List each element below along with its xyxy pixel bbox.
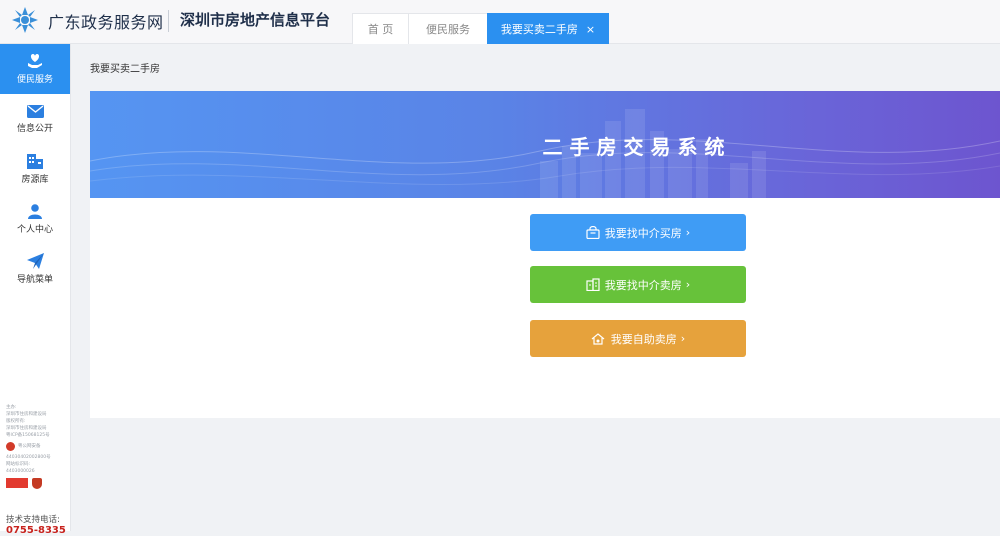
sidebar-item-label: 个人中心 <box>16 224 53 235</box>
banner: 二手房交易系统 <box>90 91 1000 198</box>
tab-bar: 首 页 便民服务 我要买卖二手房 × <box>352 13 609 44</box>
close-icon[interactable]: × <box>586 23 595 36</box>
icp-record-link[interactable]: 粤ICP备15068125号 <box>6 432 66 439</box>
paper-plane-icon <box>26 253 44 269</box>
self-service-sell-button[interactable]: 我要自助卖房 › <box>530 320 746 357</box>
sell-via-agent-label: 我要找中介卖房 <box>604 278 682 292</box>
tab-second-hand-label: 我要买卖二手房 <box>500 23 578 36</box>
sidebar-item-housing-database[interactable]: 房源库 <box>0 144 70 194</box>
platform-name: 深圳市房地产信息平台 <box>180 11 331 29</box>
header-divider <box>168 10 169 32</box>
sidebar-item-label: 导航菜单 <box>16 275 53 285</box>
police-emblem-icon <box>6 442 15 451</box>
content-panel: 二手房交易系统 我要找中介买房 › 我要找中介卖房 › 我要自助卖房 › <box>90 91 1000 418</box>
footer-line: 4403000026 <box>6 469 35 474</box>
sidebar-item-label: 便民服务 <box>16 75 53 85</box>
breadcrumb: 我要买卖二手房 <box>90 64 160 75</box>
chevron-right-icon: › <box>680 332 686 345</box>
footer-line: 深圳市住房和建设局 <box>6 412 47 417</box>
police-record-label: 粤公网安备 <box>18 444 41 449</box>
footer-line: 深圳市住房和建设局 <box>6 426 47 431</box>
banner-title: 二手房交易系统 <box>542 135 732 159</box>
building-icon <box>27 153 43 169</box>
sidebar-item-personal-center[interactable]: 个人中心 <box>0 194 70 244</box>
house-hand-icon <box>591 333 605 345</box>
sell-via-agent-button[interactable]: 我要找中介卖房 › <box>530 266 746 303</box>
house-door-icon <box>586 278 600 291</box>
police-record[interactable]: 粤公网安备 <box>6 442 66 451</box>
footer-line: 44030402002800号 <box>6 455 51 460</box>
sidebar-item-label: 房源库 <box>21 174 49 185</box>
footer-line: 主办: <box>6 405 17 410</box>
chevron-right-icon: › <box>685 278 691 291</box>
buy-via-agent-button[interactable]: 我要找中介买房 › <box>530 214 746 251</box>
heart-hand-icon <box>28 54 42 68</box>
chevron-right-icon: › <box>685 226 691 239</box>
site-footer-info: 主办: 深圳市住房和建设局 版权所有: 深圳市住房和建设局 粤ICP备15068… <box>6 404 66 489</box>
tab-convenience-services[interactable]: 便民服务 <box>408 13 488 44</box>
sidebar: 便民服务 信息公开 房源库 个人中心 导航菜单 主办: 深圳市住房和建设局 版权… <box>0 44 71 536</box>
footer-line: 网站标识码: <box>6 462 31 467</box>
top-header: 广东政务服务网 深圳市房地产信息平台 首 页 便民服务 我要买卖二手房 × <box>0 0 1000 44</box>
sidebar-item-label: 信息公开 <box>16 123 53 134</box>
envelope-icon <box>26 104 44 118</box>
tab-home[interactable]: 首 页 <box>352 13 409 44</box>
sidebar-item-navigation-menu[interactable]: 导航菜单 <box>0 244 70 294</box>
footer-line: 版权所有: <box>6 419 26 424</box>
certification-badges <box>6 478 66 489</box>
support-label: 技术支持电话: <box>6 515 60 525</box>
gov-site-badge-icon[interactable] <box>6 478 28 488</box>
shield-badge-icon[interactable] <box>32 478 42 489</box>
sidebar-item-information-disclosure[interactable]: 信息公开 <box>0 94 70 144</box>
tab-second-hand-house[interactable]: 我要买卖二手房 × <box>487 13 609 44</box>
site-name[interactable]: 广东政务服务网 <box>48 9 164 33</box>
user-icon <box>28 203 42 219</box>
self-service-sell-label: 我要自助卖房 <box>610 332 677 346</box>
tab-home-label: 首 页 <box>367 23 394 36</box>
sidebar-item-convenience-services[interactable]: 便民服务 <box>0 44 70 94</box>
tab-convenience-label: 便民服务 <box>426 23 470 36</box>
guangdong-logo-icon[interactable] <box>10 5 40 35</box>
buy-via-agent-label: 我要找中介买房 <box>604 226 682 240</box>
shopping-bag-icon <box>586 226 600 239</box>
